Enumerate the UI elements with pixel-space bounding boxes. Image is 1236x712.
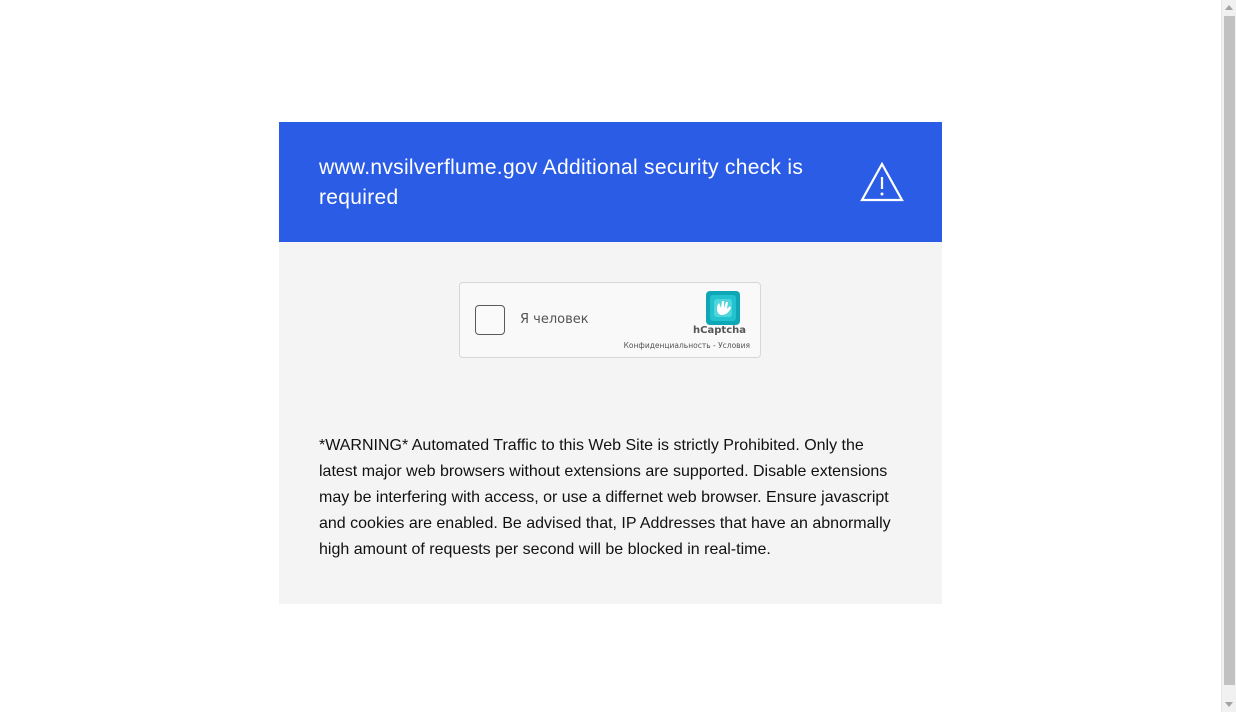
scroll-thumb[interactable] [1224, 16, 1235, 685]
captcha-links: Конфиденциальность - Условия [624, 341, 750, 350]
warning-triangle-icon [860, 162, 904, 202]
human-checkbox[interactable] [475, 305, 505, 335]
security-check-card: www.nvsilverflume.gov Additional securit… [279, 122, 942, 604]
hcaptcha-logo-icon [706, 291, 740, 325]
warning-notice: *WARNING* Automated Traffic to this Web … [319, 437, 891, 558]
vertical-scrollbar[interactable] [1221, 0, 1236, 712]
human-checkbox-label[interactable]: Я человек [520, 312, 589, 327]
hcaptcha-brand: hCaptcha [693, 325, 746, 336]
security-banner: www.nvsilverflume.gov Additional securit… [279, 122, 942, 242]
privacy-link[interactable]: Конфиденциальность [624, 341, 711, 350]
scroll-up-icon[interactable] [1225, 5, 1233, 10]
links-separator: - [710, 341, 719, 350]
terms-link[interactable]: Условия [718, 341, 750, 350]
scroll-down-icon[interactable] [1225, 702, 1233, 707]
page-title: www.nvsilverflume.gov Additional securit… [319, 156, 804, 209]
page: www.nvsilverflume.gov Additional securit… [0, 0, 1236, 712]
hcaptcha-widget[interactable]: Я человек hCaptcha Конфиденциальность - … [459, 282, 761, 358]
